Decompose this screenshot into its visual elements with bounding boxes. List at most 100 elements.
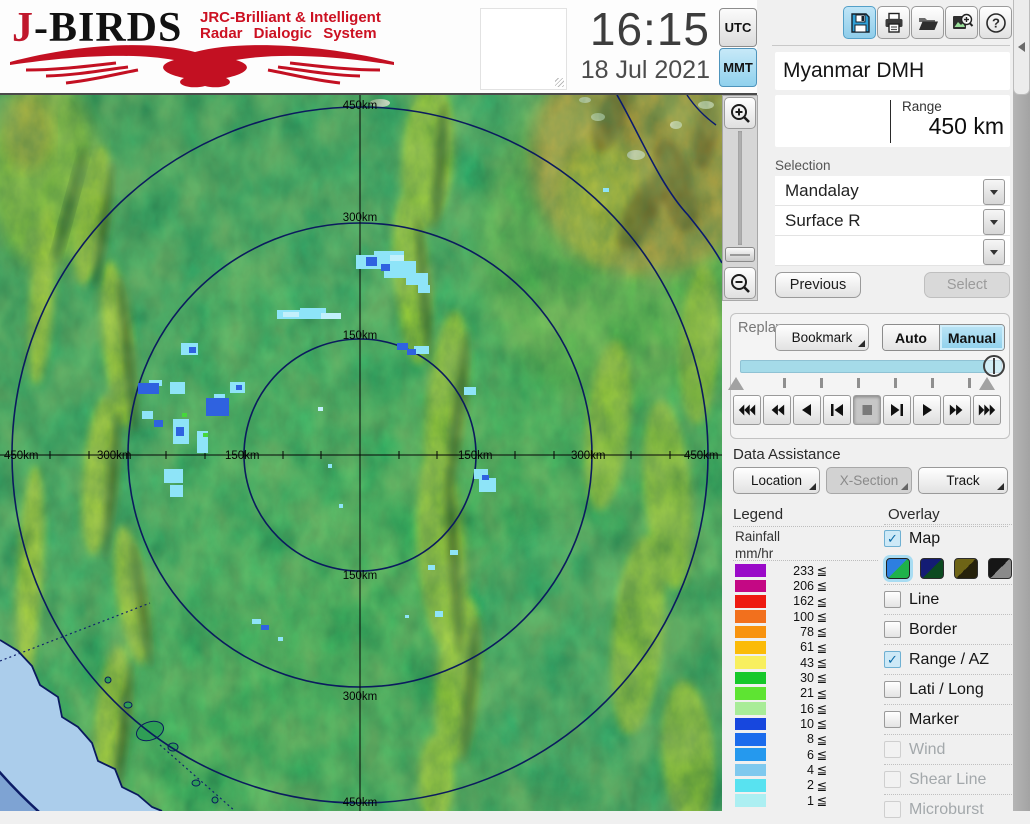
legend-row: 43 ≦ [735,655,830,670]
range-label: Range [902,99,942,114]
slider-tick [894,378,897,388]
rewind-button[interactable] [793,395,821,425]
product-dropdown-button[interactable] [983,209,1005,235]
fast-rewind-2-button[interactable] [763,395,791,425]
legend-swatch [735,702,766,715]
legend-label: Legend [733,506,784,523]
checkbox-icon[interactable] [884,711,901,728]
site-dropdown-button[interactable] [983,179,1005,205]
location-button[interactable]: Location [733,467,820,494]
svg-text:450km: 450km [343,797,378,809]
product-dropdown[interactable]: Surface R [775,206,1010,236]
map-zoom-slider-handle[interactable] [725,247,755,262]
zoom-in-button[interactable] [724,97,756,129]
option-dropdown[interactable] [775,236,1010,266]
help-icon: ? [985,12,1006,33]
mmt-button[interactable]: MMT [719,48,757,87]
export-image-button[interactable] [945,6,978,39]
overlay-item-marker[interactable]: Marker [884,704,1012,734]
legend-swatch [735,625,766,639]
checkbox-icon[interactable] [884,621,901,638]
map-style-swatch-4[interactable] [988,557,1012,579]
site-dropdown[interactable]: Mandalay [775,176,1010,206]
fast-forward-2-button[interactable] [943,395,971,425]
legend-swatch [735,610,766,623]
step-forward-button[interactable] [883,395,911,425]
logo-tagline: JRC-Brilliant & Intelligent Radar Dialog… [200,9,381,42]
overlay-item-wind: Wind [884,734,1012,764]
legend-swatch [735,595,766,608]
legend-swatch [735,579,766,593]
map-zoom-slider-track[interactable] [738,131,742,245]
rewind-icon [802,404,811,416]
rainfall-legend: 233 ≦ 206 ≦ 162 ≦ 100 ≦ 78 ≦ 61 ≦ 43 ≦ 30 ≦ 21 ≦ … [735,563,830,808]
location-label: Location [750,473,803,488]
auto-button[interactable]: Auto [883,325,940,350]
fast-rewind-3-button[interactable] [733,395,761,425]
print-button[interactable] [877,6,910,39]
overlay-item-range-az[interactable]: ✓ Range / AZ [884,644,1012,674]
map-style-swatches [884,552,1012,584]
overlay-item-lati-long[interactable]: Lati / Long [884,674,1012,704]
step-forward-icon [891,404,903,416]
jbirds-app: { "header": { "logo": { "title_first": "… [0,0,1030,818]
open-folder-button[interactable] [911,6,944,39]
overlay-item-shear-line: Shear Line [884,764,1012,794]
checkbox-icon[interactable] [884,681,901,698]
eagle-icon [10,45,394,88]
bookmark-label: Bookmark [791,330,853,345]
bookmark-button[interactable]: Bookmark [775,324,869,351]
overlay-item-line[interactable]: Line [884,584,1012,614]
replay-slider-handle[interactable] [983,355,1005,377]
replay-slider-track[interactable] [740,360,1002,373]
radar-map[interactable]: 450km 300km 150km 150km 300km 450km 450k… [0,95,722,811]
checkbox-checked-icon[interactable]: ✓ [884,651,901,668]
map-style-swatch-3[interactable] [954,557,978,579]
replay-mode-toggle: Auto Manual [882,324,1005,351]
open-folder-icon [918,17,938,30]
legend-swatch [735,779,766,792]
svg-text:?: ? [992,15,1000,30]
overlay-item-map[interactable]: ✓ Map [884,524,1012,552]
panel-collapse-button[interactable] [1013,0,1030,95]
chevron-down-icon [990,249,998,255]
x-section-button[interactable]: X-Section [826,467,912,494]
manual-button[interactable]: Manual [940,325,1004,350]
legend-row: 30 ≦ [735,670,830,685]
legend-swatch [735,564,766,577]
save-button[interactable] [843,6,876,39]
map-style-swatch-1[interactable] [886,557,910,579]
fast-forward-2-icon [949,404,963,416]
option-dropdown-button[interactable] [983,239,1005,265]
overlay-item-border[interactable]: Border [884,614,1012,644]
zoom-in-icon [731,104,750,123]
previous-button[interactable]: Previous [775,272,861,298]
legend-row: 16 ≦ [735,701,830,716]
legend-row: 8 ≦ [735,732,830,747]
map-style-swatch-2[interactable] [920,557,944,579]
checkbox-icon[interactable] [884,591,901,608]
step-back-button[interactable] [823,395,851,425]
slider-start-marker-icon [728,377,744,390]
svg-text:150km: 150km [343,570,378,582]
utc-button[interactable]: UTC [719,8,757,47]
legend-swatch [735,671,766,685]
stop-button[interactable] [853,395,881,425]
fast-forward-3-button[interactable] [973,395,1001,425]
panel-collapse-strip [1013,0,1030,811]
data-assistance-label: Data Assistance [733,446,841,463]
select-button[interactable]: Select [924,272,1010,298]
x-section-label: X-Section [839,473,899,488]
legend-row: 21 ≦ [735,686,830,701]
play-button[interactable] [913,395,941,425]
zoom-out-button[interactable] [724,267,756,299]
svg-text:150km: 150km [225,450,260,462]
track-button[interactable]: Track [918,467,1008,494]
station-name-box: Myanmar DMH [775,52,1010,90]
help-button[interactable]: ? [979,6,1012,39]
legend-row: 233 ≦ [735,563,830,578]
legend-row: 162 ≦ [735,594,830,609]
checkbox-checked-icon[interactable]: ✓ [884,530,901,547]
slider-tick [968,378,971,388]
svg-text:300km: 300km [97,450,132,462]
